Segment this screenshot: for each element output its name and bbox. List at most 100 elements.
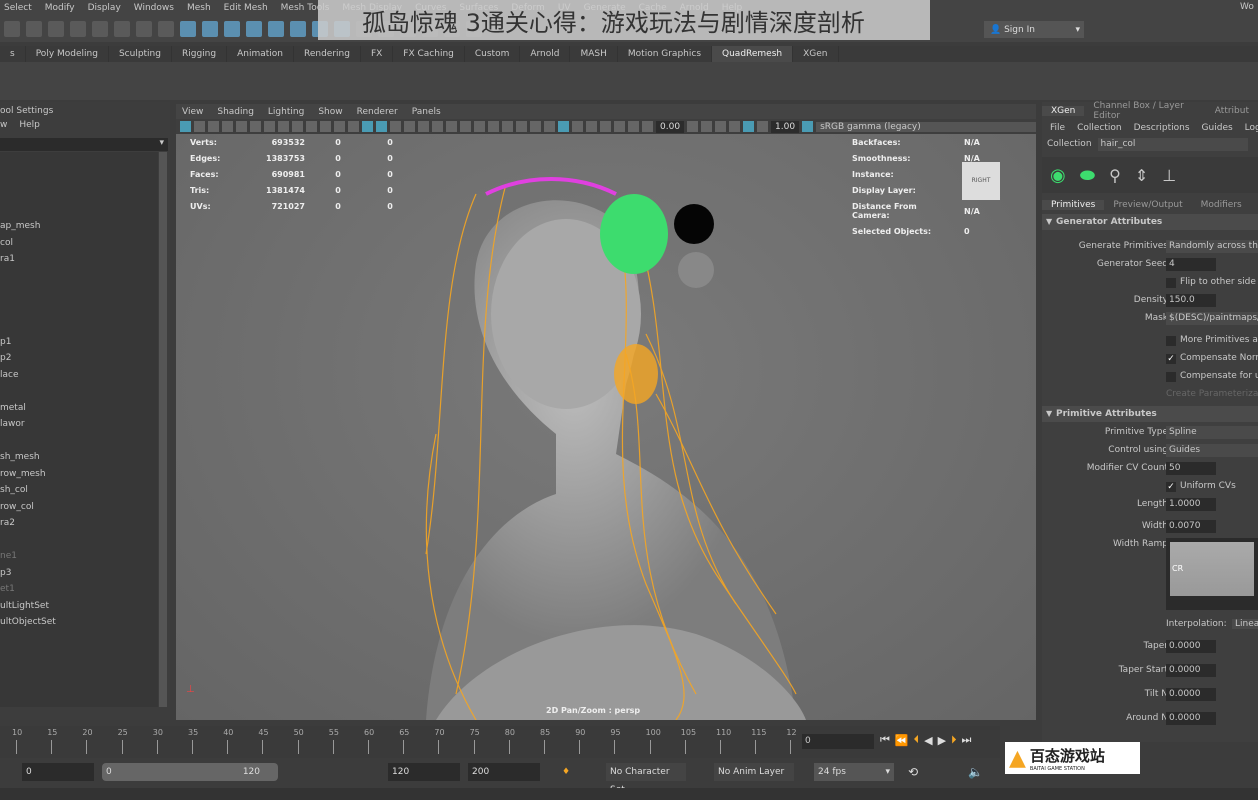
toolbar-button-icon[interactable]	[114, 21, 130, 37]
shelf-tab-animation[interactable]: Animation	[227, 46, 294, 62]
shelf-tab-arnold[interactable]: Arnold	[520, 46, 571, 62]
viewport-tool-icon[interactable]	[474, 121, 485, 132]
outliner-item[interactable]: ultLightSet	[0, 598, 158, 615]
toolbar-button-icon[interactable]	[4, 21, 20, 37]
outliner-item[interactable]	[0, 152, 158, 169]
tab-xgen[interactable]: XGen	[1042, 105, 1085, 116]
viewport-tool-icon[interactable]	[236, 121, 247, 132]
compensate-normals-checkbox[interactable]: ✓	[1166, 354, 1176, 364]
menu-display[interactable]: Display	[88, 3, 121, 13]
menu-mesh[interactable]: Mesh	[187, 3, 211, 13]
more-primitives-checkbox[interactable]	[1166, 336, 1176, 346]
viewport-tool-icon[interactable]	[278, 121, 289, 132]
toolbar-button-icon[interactable]	[92, 21, 108, 37]
outliner-item[interactable]	[0, 169, 158, 186]
outliner-item[interactable]: ap_mesh	[0, 218, 158, 235]
viewport-tool-icon[interactable]	[446, 121, 457, 132]
shelf-tab-poly-modeling[interactable]: Poly Modeling	[26, 46, 109, 62]
workspace-label[interactable]: Wo	[1240, 2, 1254, 12]
interpolation-dropdown[interactable]: Linear	[1232, 619, 1258, 629]
end-frame-field[interactable]: 120	[388, 763, 460, 781]
go-end-icon[interactable]: ⏭	[962, 733, 972, 747]
generate-primitives-field[interactable]: Randomly across the	[1166, 240, 1258, 253]
width-field[interactable]: 0.0070	[1166, 520, 1216, 533]
outliner-item[interactable]	[0, 383, 158, 400]
control-using-field[interactable]: Guides	[1166, 444, 1258, 457]
flip-side-checkbox[interactable]	[1166, 278, 1176, 288]
outliner-item[interactable]	[0, 185, 158, 202]
current-frame-field[interactable]: 0	[802, 734, 874, 749]
toolbar-button-icon[interactable]	[180, 21, 196, 37]
menu-modify[interactable]: Modify	[45, 3, 75, 13]
menu-file[interactable]: File	[1050, 123, 1065, 133]
viewport-tool-icon[interactable]	[390, 121, 401, 132]
viewport-menu-shading[interactable]: Shading	[217, 107, 254, 117]
taper-field[interactable]: 0.0000	[1166, 640, 1216, 653]
tab-channel-box-layer-editor[interactable]: Channel Box / Layer Editor	[1084, 101, 1205, 121]
menu-view[interactable]: w	[0, 118, 7, 132]
step-back-icon[interactable]: ⏪	[895, 734, 909, 747]
menu-edit-mesh[interactable]: Edit Mesh	[224, 3, 268, 13]
shelf-tab-fx-caching[interactable]: FX Caching	[393, 46, 465, 62]
create-parameterization[interactable]: Create Parameterizatio	[1042, 386, 1258, 404]
shelf-tab-quadremesh[interactable]: QuadRemesh	[712, 46, 794, 62]
outliner-item[interactable]: row_mesh	[0, 466, 158, 483]
outliner-item[interactable]: p3	[0, 565, 158, 582]
outliner-item[interactable]	[0, 202, 158, 219]
outliner-item[interactable]: lace	[0, 367, 158, 384]
color-management-icon[interactable]	[802, 121, 814, 132]
viewport-tool-icon[interactable]	[418, 121, 429, 132]
viewport-tool-icon[interactable]	[306, 121, 317, 132]
modifier-cv-count-field[interactable]: 50	[1166, 462, 1216, 475]
viewport-tool-icon[interactable]	[208, 121, 219, 132]
taper-start-field[interactable]: 0.0000	[1166, 664, 1216, 677]
toolbar-button-icon[interactable]	[202, 21, 218, 37]
viewport-tool-icon[interactable]	[292, 121, 303, 132]
loop-icon[interactable]: ⟲	[904, 763, 918, 781]
viewport-tool-icon[interactable]	[614, 121, 625, 132]
viewport-tool-icon[interactable]	[600, 121, 611, 132]
add-guide-icon[interactable]: ⚲	[1109, 166, 1121, 185]
compensate-for-checkbox[interactable]	[1166, 372, 1176, 382]
outliner-item[interactable]: p1	[0, 334, 158, 351]
generator-seed-field[interactable]: 4	[1166, 258, 1216, 271]
viewport-tool-icon[interactable]	[687, 121, 699, 132]
viewport-tool-icon[interactable]	[558, 121, 569, 132]
next-key-icon[interactable]: ⏵	[951, 733, 957, 747]
toolbar-button-icon[interactable]	[26, 21, 42, 37]
viewport-tool-icon[interactable]	[502, 121, 513, 132]
primitive-visibility-icon[interactable]: ⬬	[1080, 165, 1095, 186]
viewport-tool-icon[interactable]	[530, 121, 541, 132]
viewport-tool-icon[interactable]	[701, 121, 713, 132]
shelf-tab-mash[interactable]: MASH	[570, 46, 618, 62]
shelf-tab-sculpting[interactable]: Sculpting	[109, 46, 172, 62]
auto-key-icon[interactable]: ♦	[558, 763, 572, 781]
outliner-item[interactable]	[0, 532, 158, 549]
viewport-tool-icon[interactable]	[572, 121, 583, 132]
tilt-n-field[interactable]: 0.0000	[1166, 688, 1216, 701]
uniform-cvs-checkbox[interactable]: ✓	[1166, 482, 1176, 492]
outliner-item[interactable]	[0, 433, 158, 450]
shelf-tab-fx[interactable]: FX	[361, 46, 394, 62]
around-n-field[interactable]: 0.0000	[1166, 712, 1216, 725]
viewport-tool-icon[interactable]	[544, 121, 555, 132]
viewport-tool-icon[interactable]	[757, 121, 769, 132]
toolbar-button-icon[interactable]	[290, 21, 306, 37]
viewport-tool-icon[interactable]	[729, 121, 741, 132]
outliner-item[interactable]: ultObjectSet	[0, 614, 158, 631]
primitive-attributes-section[interactable]: Primitive Attributes	[1042, 406, 1258, 422]
viewport-tool-icon[interactable]	[264, 121, 275, 132]
viewport-menu-renderer[interactable]: Renderer	[357, 107, 398, 117]
shelf-tab-xgen[interactable]: XGen	[793, 46, 839, 62]
viewport-tool-icon[interactable]	[250, 121, 261, 132]
subtab-primitives[interactable]: Primitives	[1042, 199, 1105, 210]
menu-select[interactable]: Select	[4, 3, 32, 13]
viewport-tool-icon[interactable]	[320, 121, 331, 132]
toolbar-button-icon[interactable]	[136, 21, 152, 37]
range-slider[interactable]: 0 120	[102, 763, 278, 781]
viewport-tool-icon[interactable]	[432, 121, 443, 132]
viewport-tool-icon[interactable]	[362, 121, 373, 132]
viewport-tool-icon[interactable]	[180, 121, 191, 132]
outliner-item[interactable]: lawor	[0, 416, 158, 433]
outliner-item[interactable]	[0, 301, 158, 318]
